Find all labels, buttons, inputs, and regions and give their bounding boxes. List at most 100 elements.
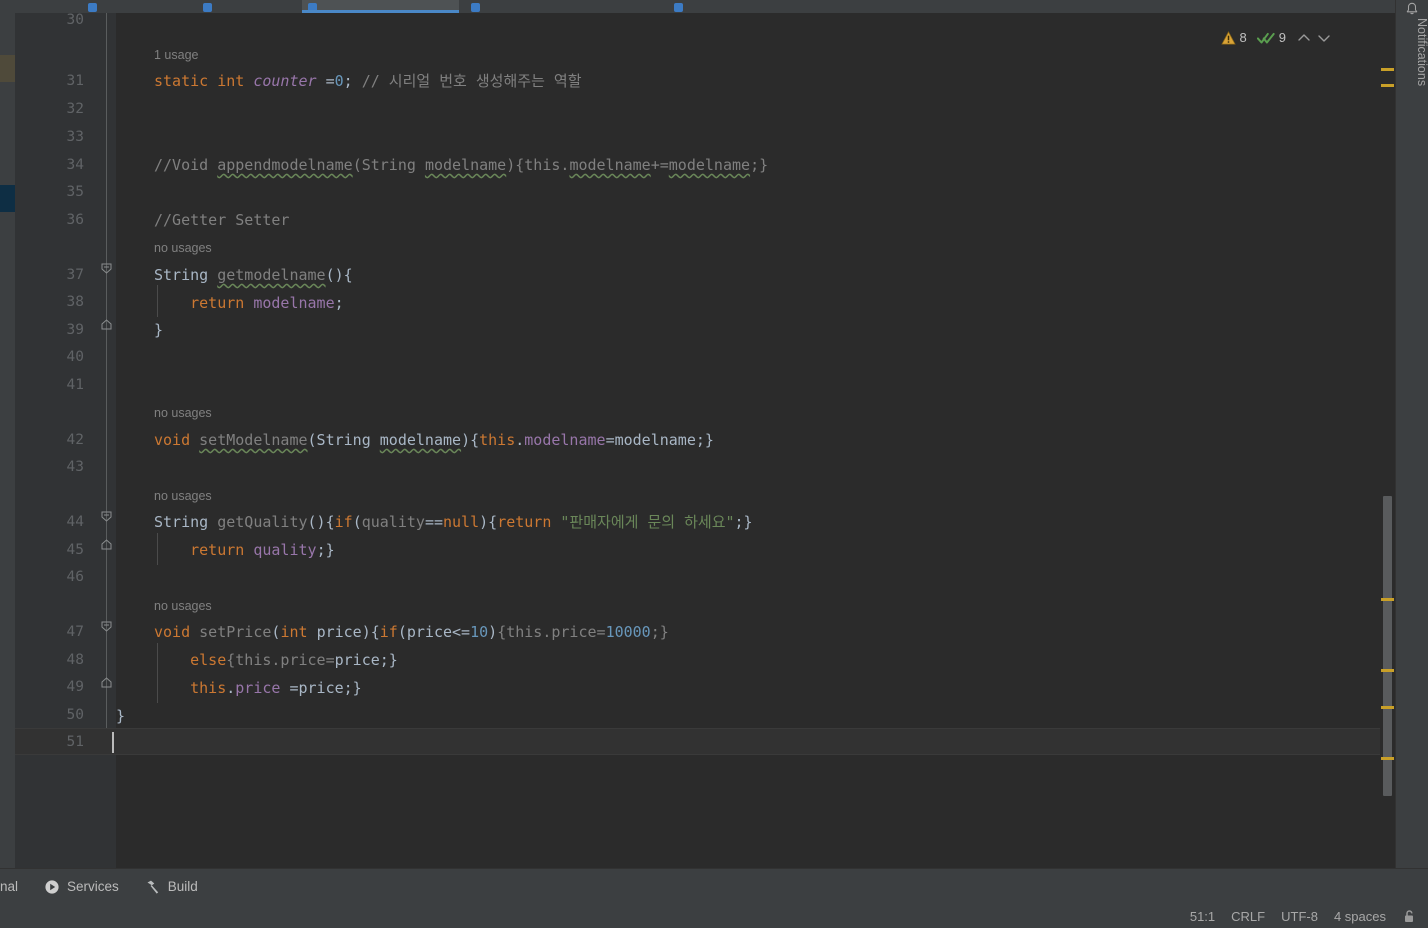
code-token: return <box>190 541 254 559</box>
warning-marker[interactable] <box>1381 706 1394 709</box>
code-token: price;} <box>334 651 398 669</box>
code-line-45: return quality;} <box>154 537 1380 564</box>
fold-collapse-icon[interactable] <box>101 621 112 632</box>
code-token: return <box>497 513 561 531</box>
tool-tab-terminal[interactable]: nal <box>0 869 31 905</box>
code-line-37: String getmodelname(){ <box>154 262 1380 289</box>
code-token: } <box>154 321 164 339</box>
left-tool-stripe[interactable] <box>0 13 15 868</box>
code-token: ) <box>488 623 498 641</box>
code-token: // 시리얼 번호 생성해주는 역할 <box>352 72 582 90</box>
tool-window-bar[interactable]: nal Services Build <box>0 868 1428 904</box>
java-class-icon <box>308 3 317 12</box>
editor-tab-active[interactable] <box>302 0 459 13</box>
warning-triangle-icon[interactable] <box>1220 30 1236 45</box>
warning-marker[interactable] <box>1381 757 1394 760</box>
warning-marker[interactable] <box>1381 68 1394 71</box>
editor-tab-4[interactable] <box>668 0 778 13</box>
code-editor[interactable]: 30 31 32 33 34 35 36 37 38 39 40 41 42 4… <box>15 13 1380 868</box>
fold-collapse-icon[interactable] <box>101 263 112 274</box>
usage-hint[interactable]: no usages <box>154 485 212 507</box>
usage-hint[interactable]: no usages <box>154 595 212 617</box>
code-token: =modelname;} <box>605 431 714 449</box>
hammer-icon <box>147 880 158 894</box>
line-number: 43 <box>66 459 84 475</box>
editor-tab-0[interactable] <box>82 0 197 13</box>
usage-hint[interactable]: no usages <box>154 237 212 259</box>
code-token: this <box>479 431 516 449</box>
caret-position[interactable]: 51:1 <box>1190 909 1215 924</box>
line-number: 36 <box>66 212 84 228</box>
line-number: 39 <box>66 322 84 338</box>
editor-scrollbar-track[interactable] <box>1380 13 1395 868</box>
code-token: <= <box>452 623 471 641</box>
code-token: {this.price= <box>226 651 335 669</box>
editor-tab-1[interactable] <box>197 0 302 13</box>
code-token: {this.price= <box>497 623 606 641</box>
fold-collapse-icon[interactable] <box>101 511 112 522</box>
code-token: price <box>316 623 362 641</box>
code-line-47: void setPrice(int price){if(price<=10){t… <box>154 619 1380 646</box>
fold-end-icon[interactable] <box>101 677 112 688</box>
usage-hint[interactable]: 1 usage <box>154 44 198 66</box>
java-class-icon <box>471 3 480 12</box>
code-token: if <box>379 623 398 641</box>
code-token: ;} <box>750 156 769 174</box>
status-bar[interactable]: 51:1 CRLF UTF-8 4 spaces <box>0 904 1428 928</box>
tool-tab-build[interactable]: Build <box>132 869 211 905</box>
indent-setting[interactable]: 4 spaces <box>1334 909 1386 924</box>
chevron-up-icon[interactable] <box>1296 31 1312 45</box>
code-token: == <box>424 513 443 531</box>
code-token: price <box>235 679 281 697</box>
code-text-area[interactable]: 1 usage no usages no usages no usages no… <box>112 13 1380 868</box>
notifications-stripe-label[interactable]: Notifications <box>1396 18 1428 86</box>
text-caret <box>112 732 114 753</box>
fold-end-icon[interactable] <box>101 539 112 550</box>
code-token: (String <box>307 431 380 449</box>
code-token: . <box>515 431 525 449</box>
line-number: 30 <box>66 13 84 28</box>
line-number: 50 <box>66 707 84 723</box>
code-token: (String <box>352 156 425 174</box>
code-token: quality <box>253 541 317 559</box>
double-check-icon[interactable] <box>1256 31 1275 45</box>
unlocked-padlock-icon[interactable] <box>1402 909 1416 924</box>
code-token: ){ <box>461 431 480 449</box>
usage-hint[interactable]: no usages <box>154 402 212 424</box>
code-line-48: else{this.price=price;} <box>154 647 1380 674</box>
tool-tab-label: Build <box>167 879 198 894</box>
code-token: String <box>154 266 218 284</box>
code-token: ; <box>343 72 353 90</box>
line-number: 38 <box>66 294 84 310</box>
ide-window: 30 31 32 33 34 35 36 37 38 39 40 41 42 4… <box>0 0 1428 928</box>
code-line-36: //Getter Setter <box>154 207 1380 234</box>
editor-tab-3[interactable] <box>465 0 635 13</box>
code-token: 10000 <box>605 623 651 641</box>
fold-end-icon[interactable] <box>101 319 112 330</box>
chevron-down-icon[interactable] <box>1316 31 1332 45</box>
code-token: ;} <box>316 541 335 559</box>
file-encoding[interactable]: UTF-8 <box>1281 909 1318 924</box>
line-number: 48 <box>66 652 84 668</box>
code-token: ;} <box>650 623 669 641</box>
vcs-change-mark <box>0 185 15 212</box>
code-line-34: //Void appendmodelname(String modelname)… <box>154 152 1380 179</box>
line-separator[interactable]: CRLF <box>1231 909 1265 924</box>
editor-tab-strip[interactable] <box>0 0 1428 13</box>
right-tool-stripe[interactable]: Notifications <box>1395 0 1428 868</box>
warning-marker[interactable] <box>1381 598 1394 601</box>
scrollbar-thumb[interactable] <box>1383 496 1392 796</box>
warning-marker[interactable] <box>1381 84 1394 87</box>
inspection-widget[interactable]: 8 9 <box>1220 30 1332 45</box>
code-line-42: void setModelname(String modelname){this… <box>154 427 1380 454</box>
code-token: getQuality <box>217 513 308 531</box>
bell-icon[interactable] <box>1405 2 1419 16</box>
code-token: void <box>154 431 200 449</box>
code-token: int <box>217 72 254 90</box>
warning-marker[interactable] <box>1381 669 1394 672</box>
tool-tab-services[interactable]: Services <box>31 869 132 905</box>
code-token: (price <box>397 623 453 641</box>
